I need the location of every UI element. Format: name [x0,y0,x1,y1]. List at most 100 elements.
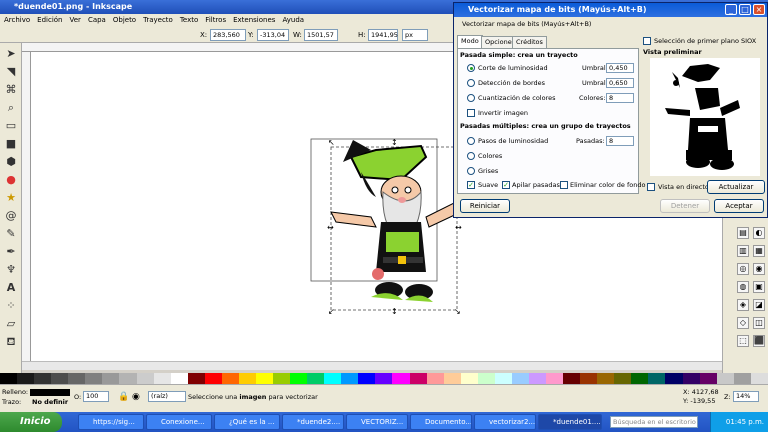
edge-threshold-field[interactable]: 0,650 [606,78,634,88]
invert-image-checkbox[interactable] [467,109,475,117]
reset-button[interactable]: Reiniciar [460,199,510,213]
rect-tool-icon[interactable]: ■ [4,137,18,151]
siox-checkbox[interactable] [643,37,651,45]
zoom-tool-icon[interactable]: ⌕ [4,101,18,115]
eye-icon[interactable]: ◉ [132,392,140,402]
x-field[interactable]: 283,560 [210,29,246,41]
menu-capa[interactable]: Capa [88,14,106,27]
palette-swatch[interactable] [648,373,666,384]
command-icon[interactable]: ◉ [753,263,765,275]
palette-swatch[interactable] [17,373,35,384]
spray-tool-icon[interactable]: ⁘ [4,299,18,313]
command-icon[interactable]: ◐ [753,227,765,239]
smooth-checkbox[interactable]: ✓ [467,181,475,189]
command-icon[interactable]: ◍ [737,281,749,293]
palette-swatch[interactable] [136,373,154,384]
horizontal-scrollbar[interactable] [22,361,722,370]
star-tool-icon[interactable]: ★ [4,191,18,205]
palette-swatch[interactable] [477,373,495,384]
colors-field[interactable]: 8 [606,93,634,103]
command-icon[interactable]: ▣ [753,281,765,293]
desktop-search-input[interactable]: Búsqueda en el escritorio [610,416,698,428]
start-button[interactable]: Inicio [0,412,62,432]
palette-swatch[interactable] [119,373,137,384]
command-icon[interactable]: ⬚ [737,335,749,347]
palette-swatch[interactable] [341,373,359,384]
command-icon[interactable]: ◫ [753,317,765,329]
palette-swatch[interactable] [102,373,120,384]
palette-swatch[interactable] [682,373,700,384]
brightness-threshold-field[interactable]: 0,450 [606,63,634,73]
y-field[interactable]: -313,04 [257,29,289,41]
eraser-tool-icon[interactable]: ▱ [4,317,18,331]
command-icon[interactable]: ▦ [753,245,765,257]
palette-swatch[interactable] [631,373,649,384]
close-icon[interactable]: × [753,4,765,15]
palette-swatch[interactable] [324,373,342,384]
palette-swatch[interactable] [68,373,86,384]
w-field[interactable]: 1501,57 [304,29,338,41]
zoom-field[interactable]: 14% [733,391,759,402]
palette-swatch[interactable] [426,373,444,384]
palette-swatch[interactable] [153,373,171,384]
taskbar-button[interactable]: VECTORIZ... [346,414,408,430]
taskbar-button[interactable]: https://sig... [78,414,144,430]
lock-icon[interactable]: 🔒 [118,392,129,402]
palette-swatch[interactable] [34,373,52,384]
palette-swatch[interactable] [290,373,308,384]
update-button[interactable]: Actualizar [707,180,765,194]
3d-box-tool-icon[interactable]: ⬢ [4,155,18,169]
palette-swatch[interactable] [204,373,222,384]
palette-swatch[interactable] [597,373,615,384]
scans-field[interactable]: 8 [606,136,634,146]
palette-swatch[interactable] [273,373,291,384]
tab-modo[interactable]: Modo [457,35,483,48]
command-icon[interactable]: ◈ [737,299,749,311]
palette-swatch[interactable] [546,373,564,384]
stack-scans-checkbox[interactable]: ✓ [502,181,510,189]
remove-background-checkbox[interactable] [560,181,568,189]
fill-swatch[interactable] [30,389,70,396]
live-preview-checkbox[interactable] [647,183,655,191]
minimize-icon[interactable]: _ [725,4,737,15]
text-tool-icon[interactable]: A [4,281,18,295]
palette-swatch[interactable] [716,373,734,384]
edge-detection-radio[interactable] [467,79,475,87]
tweak-tool-icon[interactable]: ⌘ [4,83,18,97]
command-icon[interactable]: ⬛ [753,335,765,347]
palette-swatch[interactable] [307,373,325,384]
menu-trayecto[interactable]: Trayecto [143,14,173,27]
palette-swatch[interactable] [392,373,410,384]
taskbar-button[interactable]: Documento... [410,414,472,430]
command-icon[interactable]: ▤ [737,227,749,239]
command-icon[interactable]: ◇ [737,317,749,329]
ellipse-tool-icon[interactable]: ● [4,173,18,187]
menu-texto[interactable]: Texto [180,14,198,27]
bucket-tool-icon[interactable]: ⛾ [4,335,18,349]
menu-ver[interactable]: Ver [70,14,81,27]
palette-swatch[interactable] [238,373,256,384]
brightness-cutoff-radio[interactable] [467,64,475,72]
accept-button[interactable]: Aceptar [714,199,764,213]
pen-tool-icon[interactable]: ✒ [4,245,18,259]
palette-swatch[interactable] [170,373,188,384]
palette-swatch[interactable] [511,373,529,384]
h-field[interactable]: 1941,95 [368,29,398,41]
menu-archivo[interactable]: Archivo [4,14,30,27]
palette-swatch[interactable] [750,373,768,384]
menu-edicion[interactable]: Edición [37,14,62,27]
calligraphy-tool-icon[interactable]: ♆ [4,263,18,277]
palette-swatch[interactable] [221,373,239,384]
taskbar-button-active[interactable]: *duende01.... [538,414,602,430]
palette-swatch[interactable] [733,373,751,384]
palette-swatch[interactable] [255,373,273,384]
taskbar-button[interactable]: *duende2.... [282,414,344,430]
palette-swatch[interactable] [0,373,18,384]
palette-swatch[interactable] [358,373,376,384]
taskbar-button[interactable]: ¿Qué es la ... [214,414,280,430]
brightness-steps-radio[interactable] [467,137,475,145]
palette-swatch[interactable] [443,373,461,384]
taskbar-button[interactable]: vectorizar2... [474,414,536,430]
palette-swatch[interactable] [85,373,103,384]
palette-swatch[interactable] [494,373,512,384]
